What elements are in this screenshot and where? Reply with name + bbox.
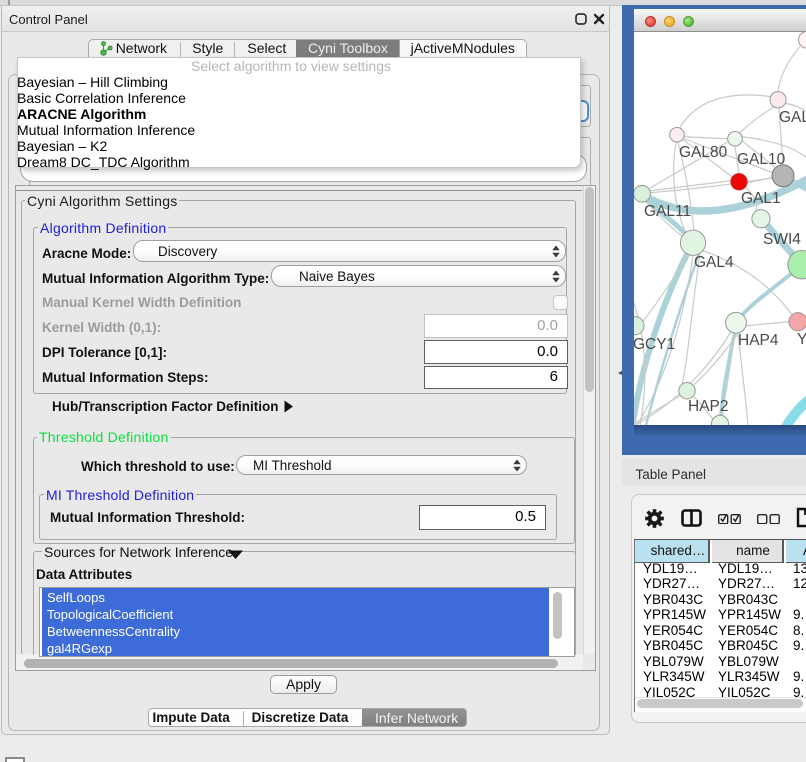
svg-text:GAL11: GAL11 (644, 202, 691, 219)
svg-text:YM: YM (797, 330, 806, 347)
svg-text:HAP4: HAP4 (738, 331, 779, 348)
svg-text:SWI4: SWI4 (763, 230, 801, 247)
svg-text:HAP2: HAP2 (688, 397, 729, 414)
svg-text:GAL2: GAL2 (779, 108, 806, 125)
svg-text:GAL4: GAL4 (694, 253, 734, 270)
svg-text:GAL1: GAL1 (741, 189, 781, 206)
svg-text:GAL10: GAL10 (737, 150, 786, 167)
svg-text:GCY1: GCY1 (634, 335, 675, 352)
svg-text:GAL80: GAL80 (679, 143, 728, 160)
